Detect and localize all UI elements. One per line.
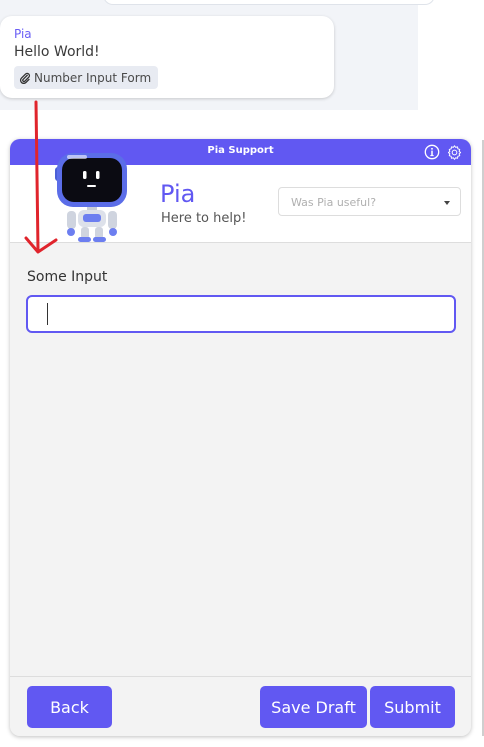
attachment-label: Number Input Form	[34, 70, 152, 85]
message-text: Hello World!	[14, 44, 100, 60]
info-icon[interactable]	[423, 143, 441, 161]
paperclip-icon	[19, 72, 31, 84]
feedback-placeholder: Was Pia useful?	[291, 196, 377, 209]
support-widget: Pia Support Pia Here to help! Was Pia us…	[10, 139, 471, 736]
bot-name: Pia	[160, 180, 196, 208]
back-button[interactable]: Back	[27, 686, 112, 728]
text-cursor	[47, 303, 48, 325]
some-input-label: Some Input	[27, 269, 108, 285]
gear-icon[interactable]	[445, 143, 463, 161]
bot-header: Pia Here to help! Was Pia useful?	[10, 153, 471, 243]
robot-mascot-icon	[53, 145, 131, 247]
form-footer: Back Save Draft Submit	[10, 676, 471, 736]
caret-down-icon	[444, 201, 450, 205]
bot-tagline: Here to help!	[161, 211, 247, 226]
some-input-field[interactable]	[26, 295, 456, 333]
previous-message-bubble	[103, 0, 435, 5]
chat-history: Pia Hello World! Number Input Form	[0, 0, 435, 110]
feedback-dropdown[interactable]: Was Pia useful?	[278, 187, 461, 216]
submit-button[interactable]: Submit	[370, 686, 455, 728]
message-sender: Pia	[14, 27, 32, 41]
chat-message-bubble: Pia Hello World! Number Input Form	[0, 16, 334, 98]
attachment-chip[interactable]: Number Input Form	[14, 66, 159, 89]
save-draft-button[interactable]: Save Draft	[260, 686, 367, 728]
